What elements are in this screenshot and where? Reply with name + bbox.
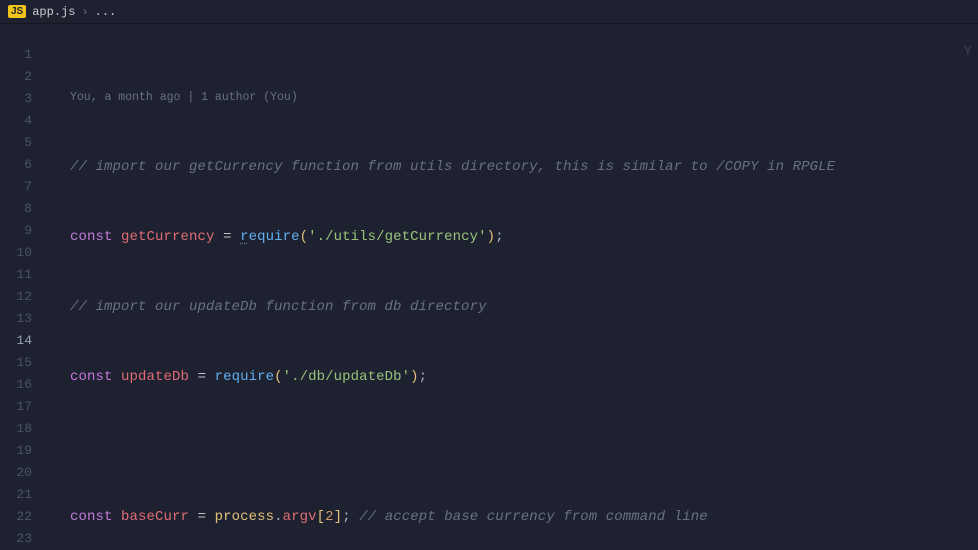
line-number[interactable]: 5 xyxy=(0,132,46,154)
breadcrumb-ellipsis[interactable]: ... xyxy=(95,5,117,19)
line-number[interactable]: 20 xyxy=(0,462,46,484)
line-number[interactable]: 23 xyxy=(0,528,46,550)
line-number[interactable]: 21 xyxy=(0,484,46,506)
line-number[interactable]: 12 xyxy=(0,286,46,308)
chevron-right-icon: › xyxy=(81,5,88,19)
code-line[interactable]: // import our updateDb function from db … xyxy=(70,296,978,318)
line-number[interactable]: 18 xyxy=(0,418,46,440)
code-area[interactable]: Y You, a month ago | 1 author (You) // i… xyxy=(46,24,978,550)
line-number-gutter[interactable]: 1234567891011121314151617181920212223 xyxy=(0,24,46,550)
line-number[interactable]: 6 xyxy=(0,154,46,176)
line-number[interactable]: 7 xyxy=(0,176,46,198)
line-number[interactable]: 13 xyxy=(0,308,46,330)
code-line[interactable]: const baseCurr = process.argv[2]; // acc… xyxy=(70,506,978,528)
codelens[interactable]: You, a month ago | 1 author (You) xyxy=(70,88,978,108)
line-number[interactable]: 22 xyxy=(0,506,46,528)
line-number[interactable]: 15 xyxy=(0,352,46,374)
line-number[interactable]: 3 xyxy=(0,88,46,110)
breadcrumb[interactable]: JS app.js › ... xyxy=(0,0,978,24)
line-number[interactable]: 14 xyxy=(0,330,46,352)
line-number[interactable]: 4 xyxy=(0,110,46,132)
line-number[interactable]: 11 xyxy=(0,264,46,286)
line-number[interactable]: 8 xyxy=(0,198,46,220)
code-editor[interactable]: 1234567891011121314151617181920212223 Y … xyxy=(0,24,978,550)
line-number[interactable]: 1 xyxy=(0,44,46,66)
line-number[interactable]: 10 xyxy=(0,242,46,264)
line-number[interactable]: 2 xyxy=(0,66,46,88)
code-line[interactable] xyxy=(70,436,978,458)
line-number[interactable]: 19 xyxy=(0,440,46,462)
code-line[interactable]: const getCurrency = require('./utils/get… xyxy=(70,226,978,248)
ghost-text: Y xyxy=(964,44,972,60)
line-number[interactable]: 9 xyxy=(0,220,46,242)
comment: // import our getCurrency function from … xyxy=(70,159,835,175)
code-line[interactable]: // import our getCurrency function from … xyxy=(70,156,978,178)
breadcrumb-file[interactable]: app.js xyxy=(32,5,75,19)
line-number[interactable]: 16 xyxy=(0,374,46,396)
code-line[interactable]: const updateDb = require('./db/updateDb'… xyxy=(70,366,978,388)
js-file-icon: JS xyxy=(8,5,26,18)
line-number[interactable]: 17 xyxy=(0,396,46,418)
